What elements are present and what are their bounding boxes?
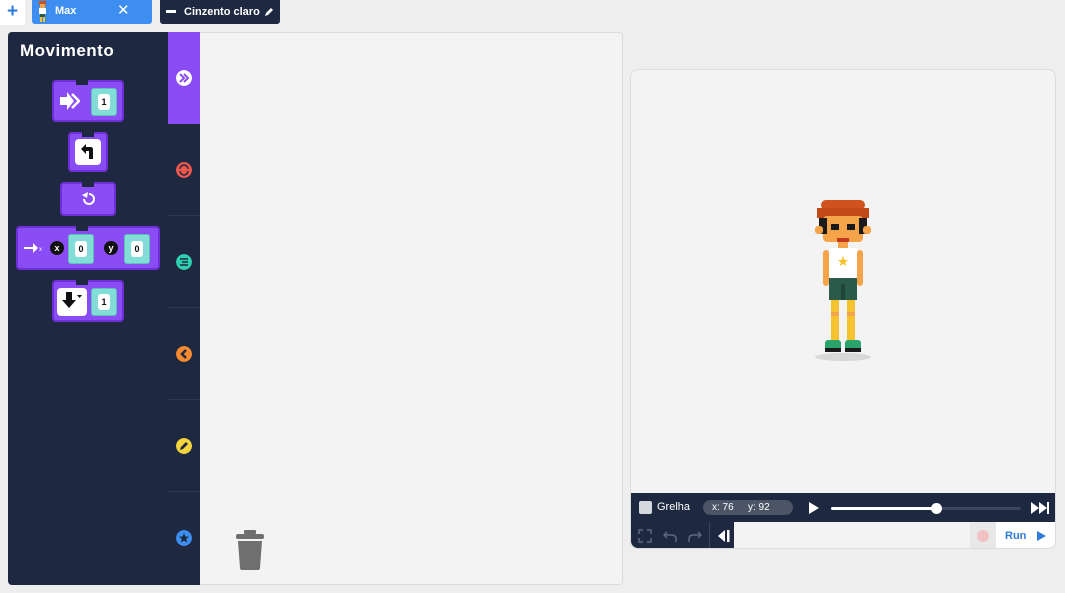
- category-events-tab[interactable]: [168, 308, 200, 400]
- stage-canvas[interactable]: [631, 70, 1055, 493]
- distance-value[interactable]: 1: [98, 94, 110, 110]
- edit-background-icon[interactable]: [263, 6, 275, 18]
- go-to-xy-block[interactable]: x x 0 y 0: [16, 226, 160, 270]
- step-back-icon: [718, 530, 730, 542]
- star-icon: [176, 530, 192, 546]
- arrow-down-icon: [62, 292, 82, 308]
- grid-checkbox[interactable]: [639, 501, 652, 514]
- trash-icon[interactable]: [234, 530, 266, 570]
- run-button[interactable]: Run: [996, 522, 1055, 548]
- redo-icon[interactable]: [688, 529, 702, 543]
- category-strip: [168, 32, 200, 585]
- double-arrow-right-icon: [60, 92, 80, 110]
- reset-rotation-block[interactable]: [60, 182, 116, 216]
- category-sound-tab[interactable]: [168, 216, 200, 308]
- speed-slider[interactable]: [831, 503, 1021, 514]
- stop-icon: [977, 530, 989, 542]
- speed-slider-fill: [831, 507, 936, 510]
- stage-action-bar: Run: [631, 522, 1055, 548]
- looks-icon: [176, 162, 192, 178]
- turn-left-arrow-icon: [81, 144, 93, 159]
- close-sprite-button[interactable]: ✕: [117, 2, 130, 20]
- background-tab-label: Cinzento claro: [184, 6, 260, 18]
- turn-block[interactable]: [68, 132, 108, 172]
- top-bar: + Max ✕ Cinzento claro: [0, 0, 1065, 26]
- y-value[interactable]: 0: [131, 241, 143, 257]
- x-value[interactable]: 0: [75, 241, 87, 257]
- stage-control-bar: Grelha x: 76 y: 92: [631, 493, 1055, 522]
- block-palette: Movimento 1 x x 0 y 0 1: [8, 32, 168, 585]
- history-controls: [631, 522, 734, 548]
- x-label: x: [50, 241, 64, 255]
- category-custom-tab[interactable]: [168, 492, 200, 584]
- run-label: Run: [1005, 530, 1027, 542]
- move-forward-block[interactable]: 1: [52, 80, 124, 122]
- rotate-reset-icon: [82, 192, 95, 205]
- play-icon[interactable]: [809, 502, 819, 514]
- x-socket: 0: [68, 234, 94, 264]
- run-play-icon: [1037, 531, 1046, 541]
- add-sprite-button[interactable]: +: [0, 0, 25, 25]
- y-socket: 0: [124, 234, 150, 264]
- fullscreen-icon[interactable]: [638, 529, 652, 543]
- y-coordinate: y: 92: [748, 502, 770, 513]
- undo-icon[interactable]: [663, 529, 677, 543]
- background-swatch-icon: [166, 10, 176, 13]
- palette-title: Movimento: [20, 41, 115, 60]
- code-workspace[interactable]: [200, 32, 623, 585]
- stop-button[interactable]: [970, 522, 996, 548]
- y-label: y: [104, 241, 118, 255]
- max-sprite[interactable]: [811, 200, 875, 362]
- stage-panel: Grelha x: 76 y: 92 Run: [630, 69, 1056, 549]
- go-to-arrow-icon: x: [24, 243, 42, 253]
- category-pen-tab[interactable]: [168, 400, 200, 492]
- background-tab[interactable]: Cinzento claro: [160, 0, 280, 24]
- x-coordinate: x: 76: [712, 502, 734, 513]
- sprite-thumbnail-icon: [39, 1, 46, 22]
- distance-socket: 1: [91, 88, 117, 116]
- sound-icon: [176, 254, 192, 270]
- pen-icon: [176, 438, 192, 454]
- turn-direction-dropdown[interactable]: [75, 139, 101, 165]
- fast-forward-icon[interactable]: [1031, 502, 1049, 514]
- step-back-button[interactable]: [709, 522, 734, 548]
- category-movement-tab[interactable]: [168, 32, 200, 124]
- move-direction-block[interactable]: 1: [52, 280, 124, 322]
- coordinates-readout: x: 76 y: 92: [703, 500, 793, 515]
- svg-text:x: x: [39, 247, 42, 253]
- sprite-tab-label: Max: [55, 5, 77, 17]
- steps-value[interactable]: 1: [98, 294, 110, 310]
- steps-socket: 1: [91, 288, 117, 316]
- direction-dropdown[interactable]: [57, 288, 87, 316]
- grid-label: Grelha: [657, 501, 691, 513]
- events-icon: [176, 346, 192, 362]
- speed-slider-knob[interactable]: [931, 503, 942, 514]
- sprite-tab-max[interactable]: Max ✕: [32, 0, 178, 24]
- category-looks-tab[interactable]: [168, 124, 200, 216]
- movement-icon: [176, 70, 192, 86]
